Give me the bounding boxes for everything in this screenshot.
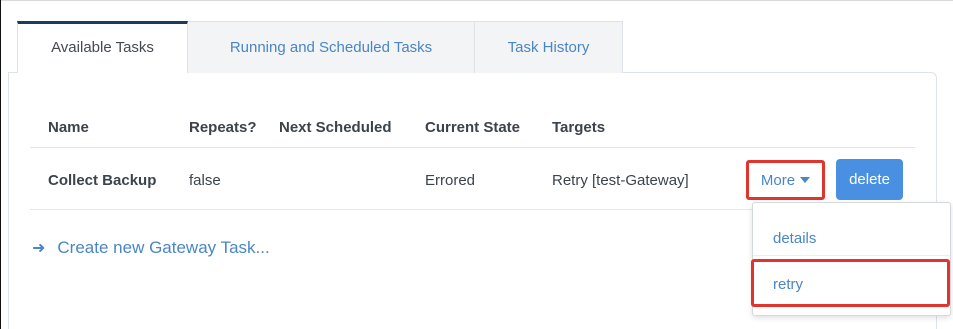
column-header-current-state: Current State	[425, 119, 521, 136]
retry-highlight-box	[751, 259, 950, 307]
more-button-label: More	[760, 171, 796, 189]
delete-button[interactable]: delete	[836, 159, 903, 200]
more-dropdown-button[interactable]: More	[746, 160, 825, 200]
dropdown-item-details[interactable]: details	[773, 230, 816, 247]
column-header-repeats: Repeats?	[189, 119, 257, 136]
task-targets: Retry [test-Gateway]	[552, 172, 689, 189]
table-header-divider	[30, 147, 915, 148]
task-name: Collect Backup	[48, 172, 157, 189]
tab-running-scheduled-tasks[interactable]: Running and Scheduled Tasks	[187, 21, 475, 73]
dropdown-divider	[753, 255, 950, 256]
window-left-border	[0, 0, 1, 329]
caret-down-icon	[800, 177, 811, 183]
tab-task-history[interactable]: Task History	[474, 21, 623, 73]
column-header-next-scheduled: Next Scheduled	[279, 119, 392, 136]
tab-available-tasks[interactable]: Available Tasks	[17, 21, 188, 73]
create-link-label: Create new Gateway Task...	[57, 238, 270, 257]
create-gateway-task-link[interactable]: ➜ Create new Gateway Task...	[32, 238, 270, 258]
column-header-targets: Targets	[552, 119, 606, 136]
task-current-state: Errored	[425, 172, 476, 189]
column-header-name: Name	[48, 119, 89, 136]
arrow-right-icon: ➜	[32, 240, 46, 257]
task-repeats: false	[189, 172, 221, 189]
window-top-border	[0, 0, 953, 1]
